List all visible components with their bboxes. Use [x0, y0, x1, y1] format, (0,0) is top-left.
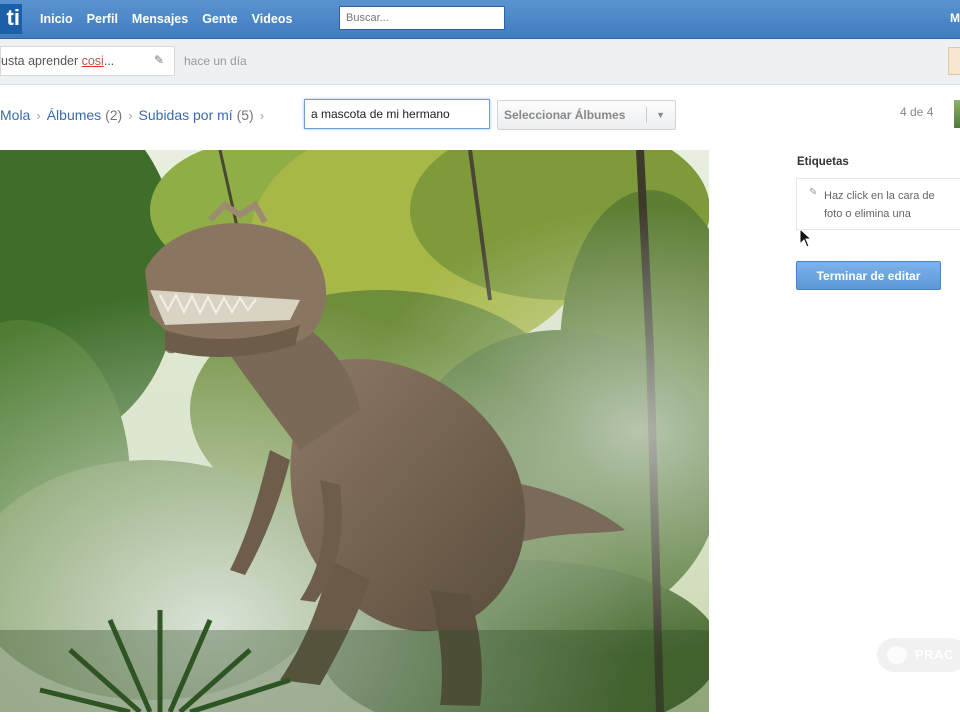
status-timestamp: hace un día	[184, 54, 247, 68]
finish-editing-button[interactable]: Terminar de editar	[796, 261, 941, 290]
pencil-icon[interactable]: ✎	[154, 53, 164, 67]
breadcrumb-albums-label: Álbumes	[46, 107, 102, 123]
watermark-text: PRAC	[915, 647, 954, 662]
status-text-prefix: usta aprender	[1, 54, 82, 68]
tag-icon: ✎	[809, 187, 818, 198]
next-photo-thumbnail[interactable]	[954, 100, 960, 128]
site-logo[interactable]: ti	[0, 4, 22, 34]
notification-chip[interactable]	[948, 47, 960, 75]
search-input[interactable]	[339, 6, 505, 30]
nav-videos[interactable]: Videos	[252, 12, 293, 26]
breadcrumb-albums[interactable]: Álbumes (2)	[47, 107, 122, 123]
breadcrumb-root[interactable]: Mola	[0, 107, 30, 123]
watermark-logo: PRAC	[877, 638, 960, 672]
tags-help-text: Haz click en la cara de foto o elimina u…	[824, 187, 935, 223]
tags-box[interactable]: ✎ Haz click en la cara de foto o elimina…	[796, 178, 960, 230]
mouse-cursor-icon	[799, 228, 813, 248]
photo-pager: 4 de 4	[900, 105, 934, 119]
breadcrumb-uploads-label: Subidas por mí	[138, 107, 233, 123]
tags-heading: Etiquetas	[797, 156, 849, 168]
tags-help-line-1: Haz click en la cara de	[824, 190, 935, 202]
album-select-dropdown[interactable]: Seleccionar Álbumes ▼	[497, 100, 676, 130]
nav-gente[interactable]: Gente	[202, 12, 237, 26]
status-text-suffix: ...	[103, 54, 115, 68]
dropdown-divider	[646, 107, 647, 123]
user-menu[interactable]: M	[950, 11, 960, 25]
watermark-icon	[887, 646, 907, 664]
breadcrumb-separator: ›	[259, 107, 265, 123]
breadcrumb-albums-count: (2)	[105, 107, 123, 123]
tags-help-line-2: foto o elimina una	[824, 208, 911, 220]
photo-title-input[interactable]	[304, 99, 490, 129]
main-nav: Inicio Perfil Mensajes Gente Videos	[40, 0, 306, 38]
status-text-misspelled: cosi	[81, 54, 104, 68]
status-bar: usta aprender cosi... ✎ hace un día	[0, 39, 960, 85]
nav-inicio[interactable]: Inicio	[40, 12, 73, 26]
breadcrumb: Mola › Álbumes (2) › Subidas por mí (5) …	[0, 100, 270, 130]
photo-dinosaur-forest[interactable]	[0, 150, 709, 712]
breadcrumb-separator: ›	[36, 107, 41, 123]
top-navigation-bar: ti Inicio Perfil Mensajes Gente Videos M	[0, 0, 960, 39]
nav-perfil[interactable]: Perfil	[87, 12, 118, 26]
chevron-down-icon: ▼	[656, 110, 665, 120]
breadcrumb-uploads-count: (5)	[236, 107, 254, 123]
breadcrumb-separator: ›	[128, 107, 133, 123]
album-select-label: Seleccionar Álbumes	[504, 108, 626, 122]
photo-image	[0, 150, 709, 712]
breadcrumb-uploads[interactable]: Subidas por mí (5)	[139, 107, 254, 123]
status-field[interactable]: usta aprender cosi...	[0, 46, 175, 76]
nav-mensajes[interactable]: Mensajes	[132, 12, 188, 26]
